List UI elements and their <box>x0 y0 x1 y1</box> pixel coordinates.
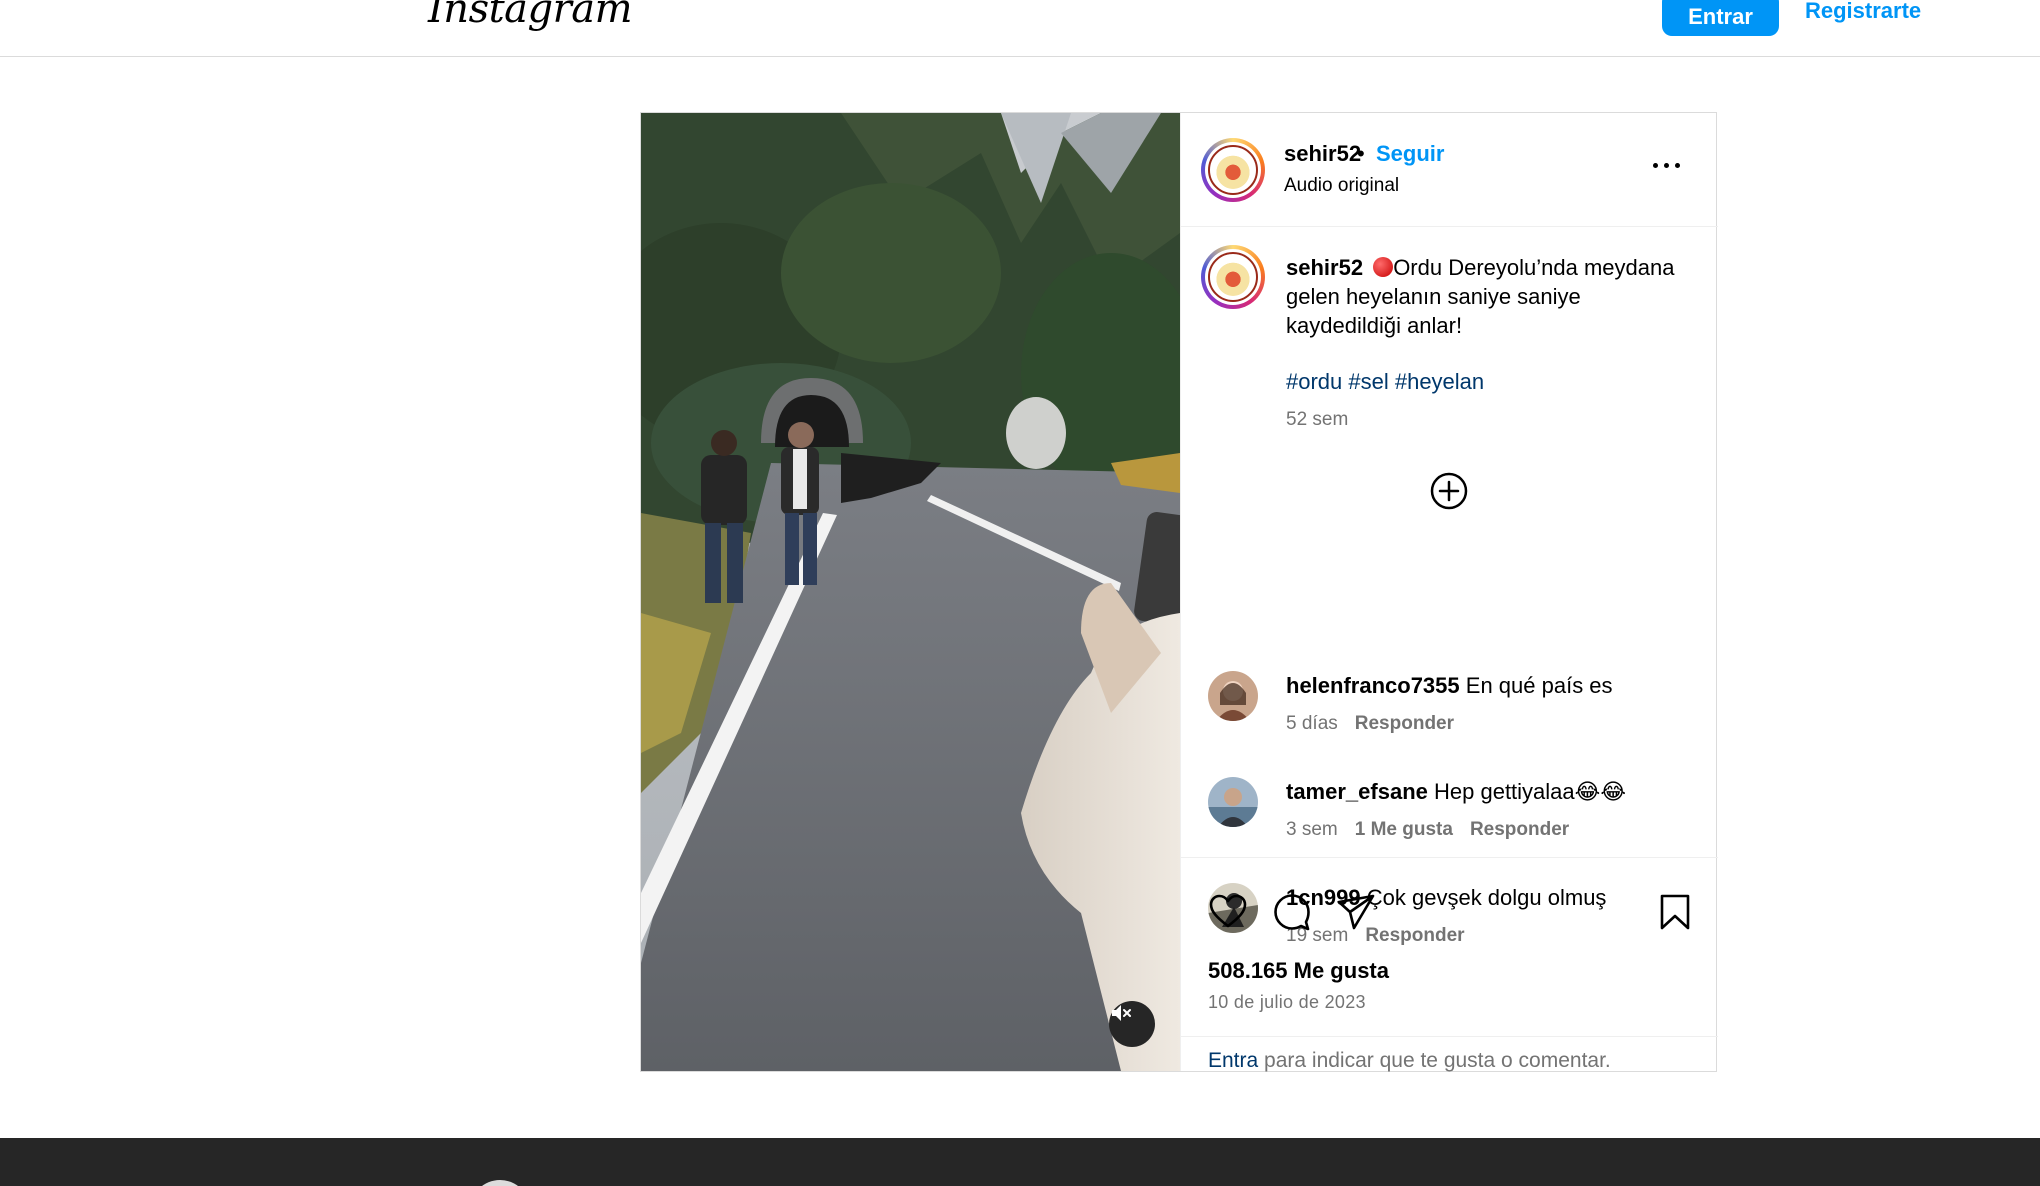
caption-avatar[interactable] <box>1201 245 1265 309</box>
add-circle-icon <box>1430 472 1468 510</box>
post-details-panel: sehir52 • Seguir Audio original sehir52 … <box>1180 113 1718 1072</box>
header-separator: • <box>1357 141 1365 166</box>
load-more-comments-button[interactable] <box>1429 471 1469 511</box>
post-video[interactable] <box>641 113 1180 1071</box>
volume-mute-icon <box>1112 1005 1131 1021</box>
login-button[interactable]: Entrar <box>1662 0 1779 36</box>
comment-username[interactable]: tamer_efsane <box>1286 779 1428 804</box>
comment-body: En qué país es <box>1465 673 1613 698</box>
commenter-avatar[interactable] <box>1208 671 1258 721</box>
post-date[interactable]: 10 de julio de 2023 <box>1208 992 1366 1013</box>
instagram-logo[interactable]: Instagram <box>428 0 633 32</box>
comment-item: helenfranco7355 En qué país es 5 días Res… <box>1181 671 1718 751</box>
comment-username[interactable]: helenfranco7355 <box>1286 673 1460 698</box>
author-avatar[interactable] <box>1201 138 1265 202</box>
follow-button[interactable]: Seguir <box>1376 141 1444 167</box>
caption-timestamp: 52 sem <box>1286 409 1349 430</box>
login-prompt-text: para indicar que te gusta o comentar. <box>1258 1049 1611 1072</box>
reply-button[interactable]: Responder <box>1470 819 1569 840</box>
caption-username[interactable]: sehir52 <box>1286 255 1363 280</box>
comment-meta: 5 días Responder <box>1286 713 1471 735</box>
audio-link[interactable]: Audio original <box>1284 175 1399 197</box>
comment-item: tamer_efsane Hep gettiyalaa😂😂 3 sem 1 Me … <box>1181 777 1718 857</box>
author-avatar-image <box>1208 145 1258 195</box>
video-frame <box>641 113 1180 1071</box>
login-prompt-link[interactable]: Entra <box>1208 1049 1258 1072</box>
comment-text: tamer_efsane Hep gettiyalaa😂😂 <box>1286 779 1626 805</box>
caption-hashtags[interactable]: #ordu #sel #heyelan <box>1286 369 1484 395</box>
author-username[interactable]: sehir52 <box>1284 141 1361 167</box>
comment-meta: 3 sem 1 Me gusta Responder <box>1286 819 1586 841</box>
comment-time: 3 sem <box>1286 819 1338 840</box>
comment-likes-button[interactable]: 1 Me gusta <box>1355 819 1453 840</box>
more-options-icon[interactable] <box>1653 163 1693 177</box>
red-circle-emoji-icon <box>1373 257 1394 277</box>
comment-text: helenfranco7355 En qué país es <box>1286 673 1613 699</box>
caption-avatar-image <box>1208 252 1258 302</box>
footer-banner <box>0 1138 2040 1186</box>
likes-count[interactable]: 508.165 Me gusta <box>1208 958 1389 984</box>
commenter-avatar[interactable] <box>1208 777 1258 827</box>
top-navigation-bar: Instagram Entrar Registrarte <box>0 0 2040 57</box>
caption-text: sehir52 Ordu Dereyolu’nda meydana gelen … <box>1286 253 1686 340</box>
post-actions: 508.165 Me gusta 10 de julio de 2023 Ent… <box>1181 857 1718 1072</box>
bookmark-icon[interactable] <box>1655 892 1695 932</box>
signup-link[interactable]: Registrarte <box>1805 0 1921 24</box>
comment-body: Hep gettiyalaa😂😂 <box>1434 779 1627 804</box>
post-card: sehir52 • Seguir Audio original sehir52 … <box>640 112 1718 1072</box>
heart-icon[interactable] <box>1208 892 1248 932</box>
login-prompt: Entra para indicar que te gusta o coment… <box>1181 1036 1718 1072</box>
comment-time: 5 días <box>1286 713 1338 734</box>
reply-button[interactable]: Responder <box>1355 713 1454 734</box>
comment-icon[interactable] <box>1272 892 1312 932</box>
send-icon[interactable] <box>1336 892 1376 932</box>
mute-button[interactable] <box>1109 1001 1155 1047</box>
post-header: sehir52 • Seguir Audio original <box>1181 113 1718 227</box>
